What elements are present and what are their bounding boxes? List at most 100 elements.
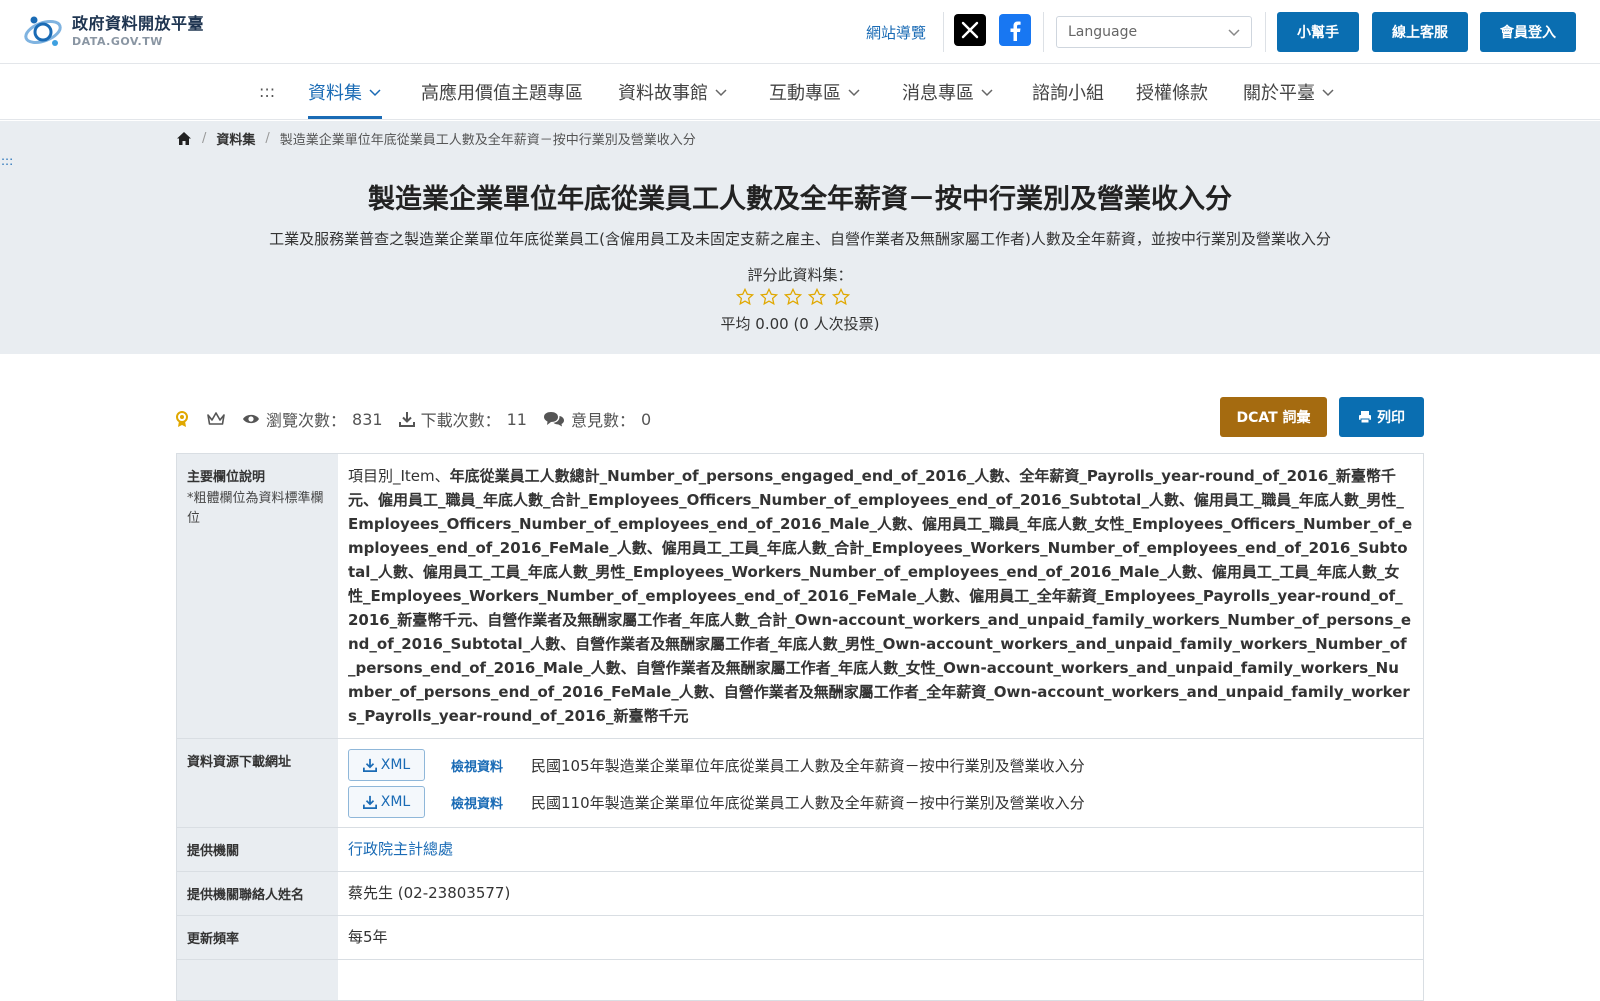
format-label: XML xyxy=(380,794,411,810)
print-label: 列印 xyxy=(1377,410,1405,426)
format-label: XML xyxy=(380,757,411,773)
breadcrumb-datasets[interactable]: 資料集 xyxy=(216,129,255,148)
breadcrumb: / 資料集 / 製造業企業單位年底從業員工人數及全年薪資－按中行業別及營業收入分 xyxy=(176,129,696,148)
header-divider xyxy=(943,12,944,52)
dataset-stats: 瀏覽次數： 831 下載次數： 11 意見數： 0 xyxy=(174,407,651,431)
chevron-down-icon xyxy=(1228,29,1240,37)
helper-button[interactable]: 小幫手 xyxy=(1277,12,1359,52)
star-icon[interactable] xyxy=(808,288,826,306)
table-row: 更新頻率 每5年 xyxy=(177,916,1423,960)
views-count: 831 xyxy=(352,409,383,429)
chevron-down-icon xyxy=(848,89,860,97)
chevron-down-icon xyxy=(369,89,381,97)
table-row: 提供機關 行政院主計總處 xyxy=(177,828,1423,872)
nav-label: 資料故事館 xyxy=(618,83,708,104)
nav-item-news[interactable]: 消息專區 xyxy=(902,78,994,106)
table-row: 提供機關聯絡人姓名 蔡先生 (02-23803577) xyxy=(177,872,1423,916)
award-badge-icon xyxy=(176,411,188,427)
views-label: 瀏覽次數： xyxy=(266,411,347,430)
downloads-stat: 下載次數： 11 xyxy=(398,407,527,431)
resource-item: XML 檢視資料 民國110年製造業企業單位年底從業員工人數及全年薪資－按中行業… xyxy=(348,786,1413,818)
header-divider xyxy=(1043,12,1044,52)
star-icon[interactable] xyxy=(736,288,754,306)
dcat-vocabulary-button[interactable]: DCAT 詞彙 xyxy=(1220,397,1327,437)
frequency-value: 每5年 xyxy=(348,928,388,946)
language-placeholder: Language xyxy=(1068,24,1138,40)
chevron-down-icon xyxy=(715,89,727,97)
row-header: 提供機關 xyxy=(177,828,338,871)
nav-item-high-value[interactable]: 高應用價值主題專區 xyxy=(421,78,583,106)
member-login-button[interactable]: 會員登入 xyxy=(1480,12,1576,52)
header-divider xyxy=(1265,12,1266,52)
star-icon[interactable] xyxy=(832,288,850,306)
nav-item-about[interactable]: 關於平臺 xyxy=(1243,78,1335,106)
comments-count: 0 xyxy=(640,409,652,429)
fields-label: 主要欄位說明 xyxy=(187,470,266,485)
breadcrumb-current: 製造業企業單位年底從業員工人數及全年薪資－按中行業別及營業收入分 xyxy=(279,133,696,148)
site-logo[interactable]: 政府資料開放平臺 DATA.GOV.TW xyxy=(22,12,204,50)
nav-label: 消息專區 xyxy=(902,83,974,104)
row-header: 主要欄位說明 *粗體欄位為資料標準欄位 xyxy=(177,454,338,738)
nav-label: 資料集 xyxy=(308,83,362,104)
dataset-info-table: 主要欄位說明 *粗體欄位為資料標準欄位 項目別_Item、年底從業員工人數總計_… xyxy=(176,453,1424,1001)
nav-item-interactive[interactable]: 互動專區 xyxy=(769,78,861,106)
rating-average: 平均 0.00 (0 人次投票) xyxy=(720,315,880,333)
main-nav: ::: 資料集 高應用價值主題專區 資料故事館 互動專區 消息專區 諮詢小組 授… xyxy=(0,64,1600,120)
xml-download-button[interactable]: XML xyxy=(348,749,425,781)
nav-item-advisory[interactable]: 諮詢小組 xyxy=(1032,78,1104,106)
facebook-icon[interactable] xyxy=(999,14,1031,46)
comments-label: 意見數： xyxy=(570,411,635,430)
star-icon[interactable] xyxy=(784,288,802,306)
download-icon xyxy=(398,412,415,427)
row-header: 提供機關聯絡人姓名 xyxy=(177,872,338,915)
nav-item-license[interactable]: 授權條款 xyxy=(1136,78,1208,106)
view-data-link[interactable]: 檢視資料 xyxy=(451,793,509,812)
facebook-logo-icon xyxy=(1010,21,1021,41)
download-icon xyxy=(362,795,377,809)
fields-note: *粗體欄位為資料標準欄位 xyxy=(187,491,324,526)
table-row xyxy=(177,960,1423,1000)
home-icon[interactable] xyxy=(176,131,192,146)
nav-label: 授權條款 xyxy=(1136,83,1208,104)
provider-link[interactable]: 行政院主計總處 xyxy=(348,840,453,858)
sitemap-link[interactable]: 網站導覽 xyxy=(866,22,926,43)
download-icon xyxy=(362,758,377,772)
nav-label: 關於平臺 xyxy=(1243,83,1315,104)
rating-stars xyxy=(736,288,850,306)
x-twitter-icon[interactable] xyxy=(954,14,986,46)
accesskey-nav[interactable]: ::: xyxy=(259,82,275,101)
resource-name: 民國110年製造業企業單位年底從業員工人數及全年薪資－按中行業別及營業收入分 xyxy=(531,793,1085,812)
row-header: 更新頻率 xyxy=(177,916,338,959)
fields-plain: 項目別_Item、 xyxy=(348,467,450,485)
dataset-description: 工業及服務業普查之製造業企業單位年底從業員工(含僱用員工及未固定支薪之雇主、自營… xyxy=(269,230,1331,248)
language-select[interactable]: Language xyxy=(1056,16,1252,48)
online-service-button[interactable]: 線上客服 xyxy=(1372,12,1468,52)
nav-item-datasets[interactable]: 資料集 xyxy=(308,78,382,119)
print-button[interactable]: 列印 xyxy=(1339,397,1424,437)
table-row: 資料資源下載網址 XML 檢視資料 民國105年製造業企業單位年底從業員工人數及… xyxy=(177,739,1423,828)
contact-value: 蔡先生 (02-23803577) xyxy=(348,884,511,902)
star-icon[interactable] xyxy=(760,288,778,306)
comments-stat: 意見數： 0 xyxy=(543,407,651,431)
fields-bold: 年底從業員工人數總計_Number_of_persons_engaged_end… xyxy=(348,467,1413,725)
row-header: 資料資源下載網址 xyxy=(177,739,338,827)
accesskey-center[interactable]: ::: xyxy=(1,154,13,168)
row-value xyxy=(338,960,1423,1000)
resource-name: 民國105年製造業企業單位年底從業員工人數及全年薪資－按中行業別及營業收入分 xyxy=(531,756,1085,775)
resource-item: XML 檢視資料 民國105年製造業企業單位年底從業員工人數及全年薪資－按中行業… xyxy=(348,749,1413,781)
logo-title: 政府資料開放平臺 xyxy=(72,13,205,33)
views-stat: 瀏覽次數： 831 xyxy=(242,407,383,431)
nav-item-stories[interactable]: 資料故事館 xyxy=(618,78,728,106)
dataset-hero: / 資料集 / 製造業企業單位年底從業員工人數及全年薪資－按中行業別及營業收入分… xyxy=(0,121,1600,354)
xml-download-button[interactable]: XML xyxy=(348,786,425,818)
x-logo-icon xyxy=(961,21,979,39)
chevron-down-icon xyxy=(981,89,993,97)
fields-value: 項目別_Item、年底從業員工人數總計_Number_of_persons_en… xyxy=(338,454,1423,738)
top-header: 政府資料開放平臺 DATA.GOV.TW 網站導覽 Language 小幫手 線… xyxy=(0,0,1600,64)
comments-icon xyxy=(543,412,564,427)
view-data-link[interactable]: 檢視資料 xyxy=(451,756,509,775)
logo-icon xyxy=(24,16,62,46)
chevron-down-icon xyxy=(1322,89,1334,97)
downloads-label: 下載次數： xyxy=(420,411,501,430)
nav-label: 諮詢小組 xyxy=(1032,83,1104,104)
